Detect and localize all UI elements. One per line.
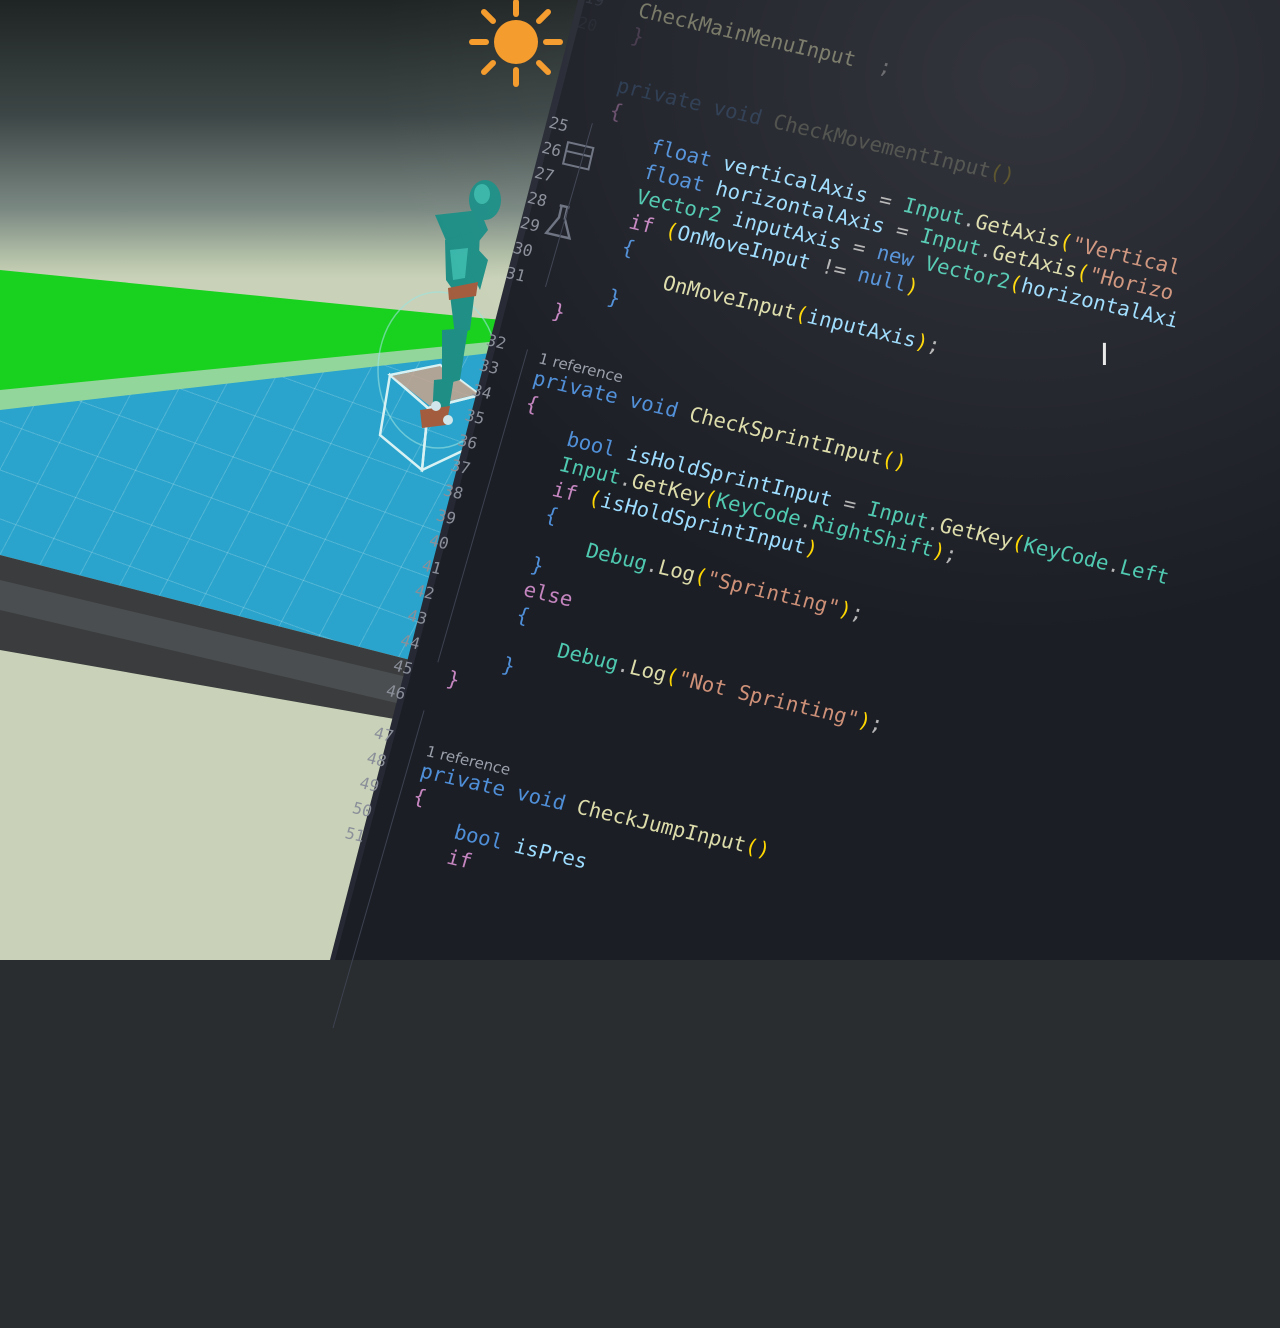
code-token: "Sprinting" [703, 566, 843, 620]
code-token: { [523, 390, 542, 417]
code-token: } [444, 666, 463, 693]
code-token: "Not Sprinting" [674, 666, 862, 731]
code-token: isPres [511, 833, 591, 874]
code-token: KeyCode [1021, 532, 1112, 576]
code-token: } [549, 298, 569, 325]
code-text[interactable]: { [410, 783, 429, 811]
code-text[interactable]: { [607, 97, 626, 125]
code-token: } [628, 23, 648, 50]
code-text[interactable]: } [444, 665, 463, 693]
code-text[interactable]: } [628, 22, 647, 50]
code-token: { [410, 783, 430, 810]
code-text[interactable]: } [549, 298, 569, 326]
text-cursor-icon: I [1100, 338, 1109, 373]
code-token: () [742, 833, 774, 863]
code-token: () [986, 159, 1018, 189]
code-token: Left [1117, 554, 1172, 590]
code-token: { [606, 98, 626, 125]
sun-icon[interactable] [466, 0, 566, 90]
code-token: inputAxis [804, 304, 920, 353]
code-token: ; [852, 48, 895, 80]
code-text[interactable]: Debug.Log("Not Sprinting"); [458, 615, 886, 737]
code-text[interactable]: { [523, 390, 542, 418]
code-token: CheckJumpInput [573, 794, 749, 857]
code-token: private void [614, 73, 778, 133]
code-token: () [878, 446, 910, 476]
